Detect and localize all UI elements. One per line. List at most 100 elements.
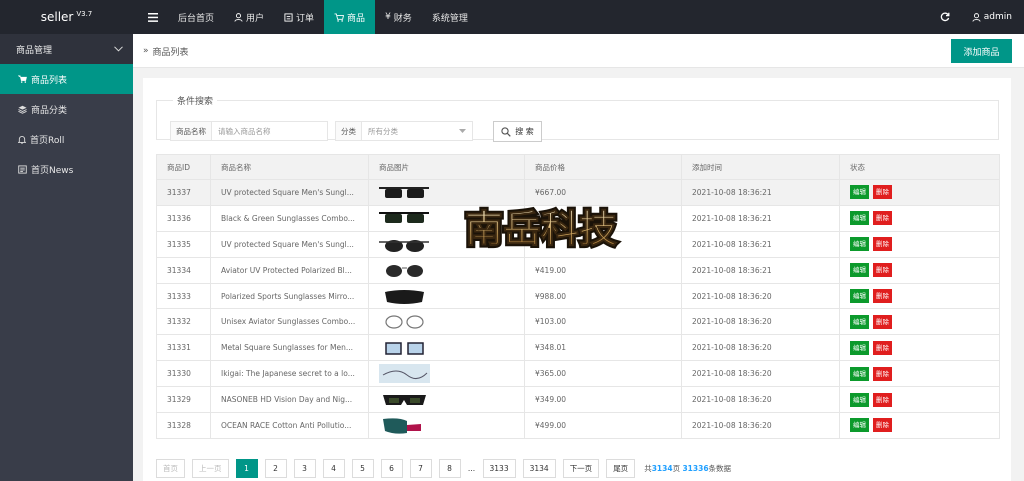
cell-name: Black & Green Sunglasses Combo... <box>210 204 369 232</box>
page-6-button[interactable]: 6 <box>380 458 403 478</box>
search-button[interactable]: 搜 索 <box>493 121 542 142</box>
delete-button[interactable]: 删除 <box>873 340 892 355</box>
brand-logo[interactable]: seller V3.7 <box>0 0 133 34</box>
product-thumbnail <box>379 239 429 252</box>
page-5-button[interactable]: 5 <box>351 458 374 478</box>
next-page-button[interactable]: 下一页 <box>562 458 600 478</box>
brand-version: V3.7 <box>76 10 93 18</box>
total-items: 31336 <box>682 463 709 473</box>
header-id: 商品ID <box>156 154 211 180</box>
cell-image <box>368 334 525 362</box>
cell-id: 31331 <box>156 334 211 362</box>
nav-item-label: 订单 <box>296 13 315 24</box>
delete-button[interactable]: 删除 <box>873 211 892 226</box>
admin-menu[interactable]: admin <box>972 12 1012 22</box>
order-icon <box>284 12 293 22</box>
last-page-button[interactable]: 尾页 <box>606 458 636 478</box>
cell-name: UV protected Square Men's Sungl... <box>210 179 369 206</box>
nav-item-products[interactable]: 商品 <box>324 0 376 34</box>
delete-button[interactable]: 删除 <box>873 314 892 329</box>
breadcrumb: » 商品列表 <box>143 34 189 68</box>
prev-page-button[interactable]: 上一页 <box>192 458 229 478</box>
page-8-button[interactable]: 8 <box>438 458 461 478</box>
admin-name: admin <box>983 12 1012 22</box>
product-thumbnail <box>383 418 421 434</box>
sidebar-item-categories[interactable]: 商品分类 <box>0 94 133 124</box>
double-chevron-right-icon: » <box>143 46 149 56</box>
delete-button[interactable]: 删除 <box>873 418 892 433</box>
cell-id: 31328 <box>156 412 211 439</box>
menu-toggle-button[interactable] <box>138 0 168 34</box>
cell-actions: 编辑 删除 <box>839 204 1000 232</box>
sidebar-item-home-roll[interactable]: 首页Roll <box>0 124 133 154</box>
product-thumbnail <box>379 211 429 223</box>
edit-button[interactable]: 编辑 <box>850 237 869 252</box>
nav-item-system[interactable]: 系统管理 <box>422 0 478 34</box>
page-3-button[interactable]: 3 <box>293 458 316 478</box>
first-page-button[interactable]: 首页 <box>156 458 185 478</box>
cell-image <box>368 412 525 439</box>
page-3133-button[interactable]: 3133 <box>482 458 516 478</box>
add-product-button[interactable]: 添加商品 <box>951 39 1012 63</box>
delete-button[interactable]: 删除 <box>873 289 892 303</box>
page-4-button[interactable]: 4 <box>322 458 345 478</box>
edit-button[interactable]: 编辑 <box>850 340 869 355</box>
edit-button[interactable]: 编辑 <box>850 366 869 381</box>
cell-actions: 编辑 删除 <box>839 386 1000 414</box>
header-image: 商品图片 <box>368 154 525 180</box>
category-select[interactable]: 所有分类 <box>362 122 472 140</box>
cell-actions: 编辑 删除 <box>839 179 1000 206</box>
page-2-button[interactable]: 2 <box>264 458 287 478</box>
delete-button[interactable]: 删除 <box>873 185 892 200</box>
delete-button[interactable]: 删除 <box>873 237 892 252</box>
cell-id: 31332 <box>156 308 211 336</box>
total-pages: 3134 <box>651 463 673 473</box>
cell-image <box>368 308 525 336</box>
hamburger-icon <box>148 12 158 22</box>
layers-icon <box>18 105 27 114</box>
edit-button[interactable]: 编辑 <box>850 392 869 407</box>
edit-button[interactable]: 编辑 <box>850 289 869 303</box>
edit-button[interactable]: 编辑 <box>850 211 869 226</box>
cell-time: 2021-10-08 18:36:21 <box>681 204 840 232</box>
sidebar-group-products[interactable]: 商品管理 <box>0 34 133 64</box>
product-name-input[interactable]: 请输入商品名称 <box>212 122 327 140</box>
cell-time: 2021-10-08 18:36:20 <box>681 308 840 336</box>
table-row: 31333 Polarized Sports Sunglasses Mirro..… <box>156 282 1000 310</box>
delete-button[interactable]: 删除 <box>873 366 892 381</box>
product-thumbnail <box>385 289 424 304</box>
edit-button[interactable]: 编辑 <box>850 418 869 433</box>
product-table: 商品ID 商品名称 商品图片 商品价格 添加时间 状态 31337 UV prot… <box>156 154 1000 439</box>
main-content: » 商品列表 添加商品 条件搜索 商品名称 请输入商品名称 分类 所有分类 搜 … <box>133 34 1024 481</box>
cell-time: 2021-10-08 18:36:21 <box>681 179 840 206</box>
search-button-label: 搜 索 <box>515 127 534 136</box>
nav-item-dashboard[interactable]: 后台首页 <box>168 0 224 34</box>
nav-item-orders[interactable]: 订单 <box>274 0 324 34</box>
search-legend: 条件搜索 <box>177 97 214 107</box>
edit-button[interactable]: 编辑 <box>850 314 869 329</box>
table-row: 31332 Unisex Aviator Sunglasses Combo... ¥… <box>156 308 1000 336</box>
product-thumbnail <box>383 395 426 406</box>
bell-icon <box>18 135 26 144</box>
pagination-total: 共3134页 31336条数据 <box>644 463 732 473</box>
sidebar-item-product-list[interactable]: 商品列表 <box>0 64 133 94</box>
nav-item-finance[interactable]: ¥ 财务 <box>375 0 422 34</box>
delete-button[interactable]: 删除 <box>873 263 892 278</box>
nav-item-users[interactable]: 用户 <box>224 0 274 34</box>
table-row: 31331 Metal Square Sunglasses for Men... ¥… <box>156 334 1000 362</box>
caret-down-icon <box>459 129 466 133</box>
cell-price: ¥988.00 <box>524 282 682 310</box>
cell-id: 31337 <box>156 179 211 206</box>
user-icon <box>972 12 981 22</box>
header-name: 商品名称 <box>210 154 369 180</box>
page-7-button[interactable]: 7 <box>409 458 432 478</box>
page-1-button[interactable]: 1 <box>235 458 258 478</box>
cell-actions: 编辑 删除 <box>839 256 1000 284</box>
cell-name: NASONEB HD Vision Day and Nig... <box>210 386 369 414</box>
sidebar-item-home-news[interactable]: 首页News <box>0 154 133 184</box>
refresh-icon[interactable] <box>940 12 950 22</box>
edit-button[interactable]: 编辑 <box>850 263 869 278</box>
delete-button[interactable]: 删除 <box>873 392 892 407</box>
edit-button[interactable]: 编辑 <box>850 185 869 200</box>
page-3134-button[interactable]: 3134 <box>522 458 556 478</box>
